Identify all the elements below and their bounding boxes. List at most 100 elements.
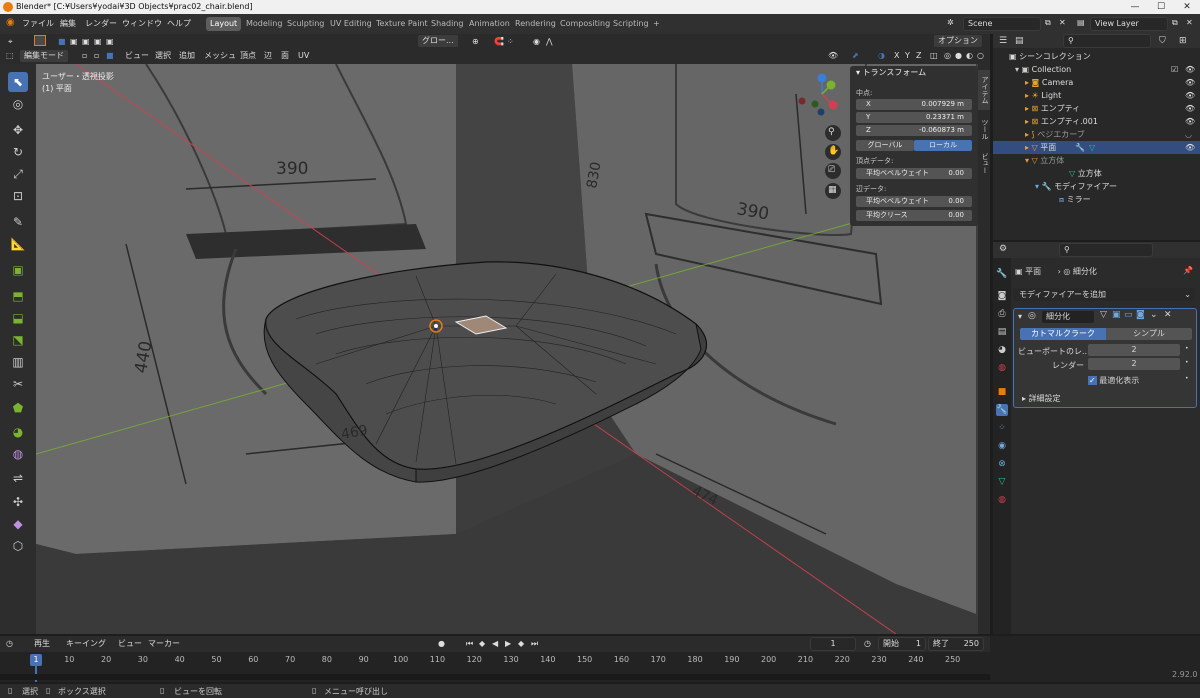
move-tool-icon[interactable]: ✥ [8,120,28,140]
rip-tool-icon[interactable]: ⬡ [8,536,28,556]
select-mode-extend-icon[interactable]: ▣ [70,36,78,48]
loop-cut-tool-icon[interactable]: ▥ [8,352,28,372]
pan-hand-icon[interactable]: ✋ [828,146,839,156]
current-frame-field[interactable]: 1 [810,637,856,651]
visibility-icon[interactable]: 👁 [828,50,838,62]
bevel-tool-icon[interactable]: ⬔ [8,330,28,350]
smooth-tool-icon[interactable]: ◍ [8,444,28,464]
display-mode-icon[interactable]: ▤ [1015,36,1024,46]
rotate-tool-icon[interactable]: ↻ [8,142,28,162]
wireframe-shading-icon[interactable]: ◎ [944,50,951,62]
add-workspace-button[interactable]: + [649,17,664,31]
menu-window[interactable]: ウィンドウ [122,18,162,29]
edit-mode-toggle-icon[interactable]: ▽ [1100,310,1107,320]
new-scene-icon[interactable]: ⧉ [1045,18,1051,28]
vertex-select-icon[interactable]: ▫ [82,50,87,62]
outliner-editor-icon[interactable]: ☰ [999,36,1007,46]
start-frame-field[interactable]: 開始 1 [878,637,926,651]
delete-view-layer-icon[interactable]: ✕ [1186,18,1193,27]
object-tab-icon[interactable]: ■ [996,386,1008,398]
menu-render[interactable]: レンダー [85,18,117,29]
marker-menu[interactable]: マーカー [148,638,180,650]
select-mode-invert-icon[interactable]: ▣ [94,36,102,48]
outliner-row-cube[interactable]: ▾ ▽ 立方体 [993,154,1200,167]
eye-icon[interactable]: 👁 [1185,102,1195,115]
global-toggle[interactable]: グローバル [856,140,914,151]
mode-dropdown[interactable]: 編集モード [20,50,68,62]
filter-icon[interactable]: ⛉ [1159,36,1166,46]
inset-tool-icon[interactable]: ⬓ [8,308,28,328]
options-dropdown[interactable]: オプション [934,35,982,47]
transform-orientation-dropdown[interactable]: グロー... [418,35,458,47]
timeline[interactable]: 1 10 20 30 40 50 60 70 80 90 100 110 120 130 140 150 16… [0,652,990,682]
menu-vertex[interactable]: 頂点 [240,50,256,62]
checkbox-icon[interactable]: ☑ [1171,63,1178,76]
snap-icon[interactable]: 🧲 [494,36,504,48]
delete-scene-icon[interactable]: ✕ [1059,18,1066,27]
poly-build-tool-icon[interactable]: ⬟ [8,398,28,418]
axis-y-toggle[interactable]: Y [905,50,910,62]
tab-scripting[interactable]: Scripting [609,17,653,31]
menu-help[interactable]: ヘルプ [167,18,191,29]
add-modifier-dropdown[interactable]: モディファイアーを追加 ⌄ [1013,288,1195,301]
tab-item[interactable]: アイテム [978,70,990,110]
keyframe-dot-icon[interactable]: • [1185,345,1189,352]
scene-tab-icon[interactable]: ◕ [996,344,1008,356]
menu-view[interactable]: ビュー [125,50,149,62]
view-layer-selector[interactable]: View Layer [1090,17,1168,31]
playback-menu[interactable]: 再生 [34,638,50,650]
remove-modifier-icon[interactable]: ✕ [1164,310,1172,320]
jump-keyframe-forward-icon[interactable]: ◆ [518,638,524,650]
eye-icon[interactable]: 👁 [1185,76,1195,89]
pin-icon[interactable]: 📌 [1183,266,1193,275]
zoom-icon[interactable]: ⚲ [828,127,835,137]
hidden-eye-icon[interactable]: ◡ [1185,128,1192,141]
select-box-icon[interactable] [34,35,46,46]
keyframe-dot-icon[interactable]: • [1185,375,1189,382]
record-icon[interactable]: ● [438,638,445,650]
eye-icon[interactable]: 👁 [1185,115,1195,128]
tab-texture-paint[interactable]: Texture Paint [372,17,432,31]
jump-start-icon[interactable]: ⏮ [466,638,473,650]
end-frame-field[interactable]: 終了 250 [928,637,984,651]
menu-select[interactable]: 選択 [155,50,171,62]
constraints-tab-icon[interactable]: ⊗ [996,458,1008,470]
pivot-icon[interactable]: ⊕ [472,36,479,48]
annotate-tool-icon[interactable]: ✎ [8,212,28,232]
gizmo-icon[interactable]: ⬈ [852,50,859,62]
menu-mesh[interactable]: メッシュ [204,50,236,62]
render-levels-field[interactable]: 2 [1088,358,1180,370]
jump-keyframe-back-icon[interactable]: ◆ [479,638,485,650]
outliner-search-input[interactable]: ⚲ [1063,34,1151,48]
tab-shading[interactable]: Shading [427,17,468,31]
view-layer-tab-icon[interactable]: ▤ [996,326,1008,338]
menu-file[interactable]: ファイル [22,18,54,29]
eye-icon[interactable]: 👁 [1185,89,1195,102]
outliner-row-scene-collection[interactable]: ▣ シーンコレクション [993,50,1200,63]
axis-z-toggle[interactable]: Z [916,50,921,62]
dropdown-icon[interactable]: ⌄ [1150,310,1158,320]
render-toggle-icon[interactable]: ◙ [1136,310,1145,320]
data-tab-icon[interactable]: ▽ [996,476,1008,488]
tool-settings-icon[interactable]: ⌖ [8,36,13,48]
outliner-row-mirror[interactable]: ⧈ ミラー [993,193,1200,206]
tab-rendering[interactable]: Rendering [511,17,560,31]
face-select-icon[interactable]: ■ [106,50,114,62]
playhead-frame[interactable]: 1 [30,654,42,666]
outliner-row-collection[interactable]: ▾ ▣ Collection ☑ 👁 [993,63,1200,76]
proportional-edit-icon[interactable]: ◉ [533,36,540,48]
render-tab-icon[interactable]: ◙ [996,290,1008,302]
on-cage-toggle-icon[interactable]: ▣ [1112,310,1121,320]
optimal-display-checkbox[interactable]: ✓ 最適化表示 [1088,375,1139,386]
panel-collapse-icon[interactable]: ▾ [1018,312,1022,321]
viewport-levels-field[interactable]: 2 [1088,344,1180,356]
tool-tab-icon[interactable]: 🔧 [996,268,1008,280]
menu-face[interactable]: 面 [281,50,289,62]
new-collection-icon[interactable]: ⊞ [1179,36,1187,46]
outliner-row-empty[interactable]: ▸ ⊠ エンプティ 👁 [993,102,1200,115]
menu-edit[interactable]: 編集 [60,18,76,29]
solid-shading-icon[interactable]: ● [955,50,962,62]
outliner-row-empty-001[interactable]: ▸ ⊠ エンプティ.001 👁 [993,115,1200,128]
snap-target-icon[interactable]: ⁘ [507,36,514,48]
local-toggle[interactable]: ローカル [914,140,972,151]
